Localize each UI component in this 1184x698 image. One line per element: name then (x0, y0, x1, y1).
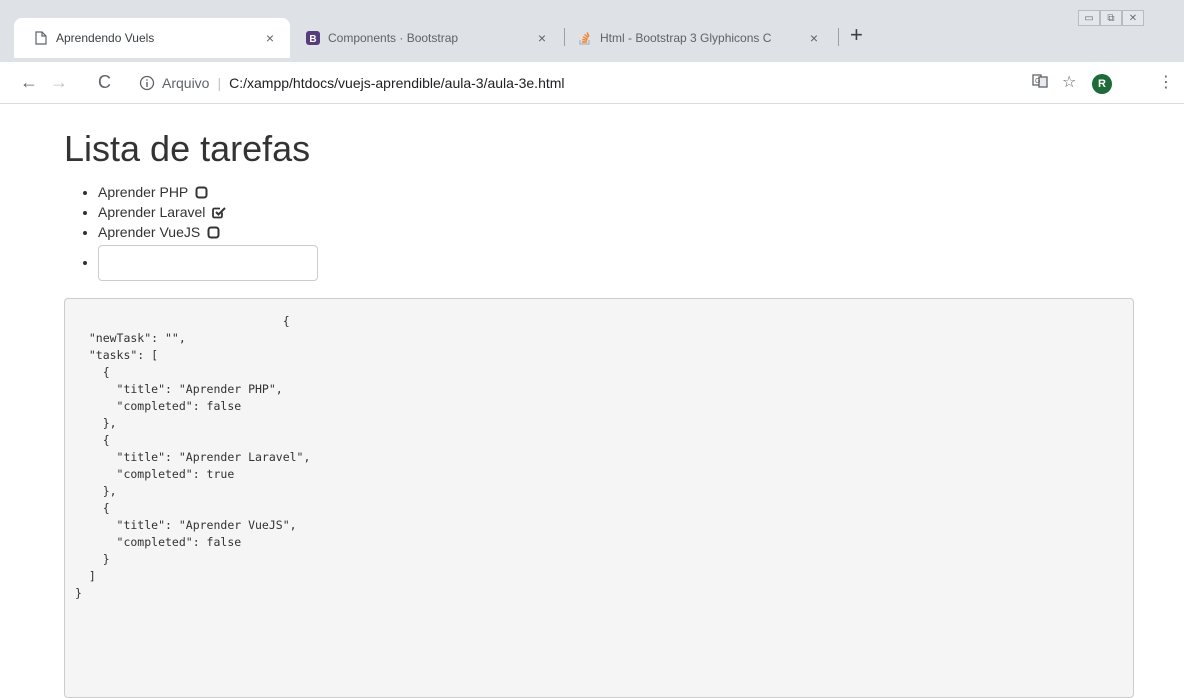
page-title: Lista de tarefas (64, 128, 311, 169)
checked-checkbox-icon[interactable] (212, 204, 227, 224)
task-item: Aprender PHP (98, 182, 318, 202)
tab-aprendendo-vuels[interactable]: Aprendendo Vuels × (14, 18, 290, 58)
unchecked-checkbox-icon[interactable] (195, 184, 208, 204)
info-icon[interactable] (138, 74, 156, 92)
tab-separator (564, 28, 565, 46)
tab-title: Components · Bootstrap (328, 31, 459, 45)
window-controls: ▭ ⧉ ✕ (1078, 10, 1144, 26)
page-icon (34, 31, 48, 45)
task-item: Aprender Laravel (98, 202, 318, 222)
tab-title: Html - Bootstrap 3 Glyphicons C (600, 31, 772, 45)
url-text[interactable]: C:/xampp/htdocs/vuejs-aprendible/aula-3/… (229, 75, 564, 91)
unchecked-checkbox-icon[interactable] (207, 224, 220, 244)
tab-separator (838, 28, 839, 46)
file-scheme-label: Arquivo (162, 75, 210, 91)
svg-text:B: B (309, 34, 316, 45)
tab-html-bootstrap-glyphicons[interactable]: Html - Bootstrap 3 Glyphicons C × (568, 18, 834, 58)
tab-strip: Aprendendo Vuels × B Components · Bootst… (0, 0, 1184, 62)
svg-text:G: G (1035, 78, 1040, 85)
translate-icon[interactable]: G (1032, 73, 1048, 95)
task-item: Aprender VueJS (98, 222, 318, 242)
stackoverflow-icon (578, 31, 592, 45)
close-tab-icon[interactable]: × (262, 30, 278, 46)
close-tab-icon[interactable]: × (534, 30, 550, 46)
task-title: Aprender VueJS (98, 224, 201, 240)
minimize-icon[interactable]: ▭ (1078, 10, 1100, 26)
back-arrow-icon[interactable]: ← (20, 72, 38, 92)
bootstrap-icon: B (306, 31, 320, 45)
reload-icon[interactable]: C (98, 72, 111, 92)
profile-avatar[interactable]: R (1092, 74, 1112, 94)
star-icon[interactable]: ☆ (1062, 73, 1076, 93)
new-task-item (98, 245, 318, 285)
new-tab-button[interactable]: + (850, 24, 863, 46)
menu-icon[interactable]: ⋮ (1158, 73, 1174, 93)
browser-toolbar: ← → C Arquivo | C:/xampp/htdocs/vuejs-ap… (0, 62, 1184, 104)
address-bar[interactable]: Arquivo | C:/xampp/htdocs/vuejs-aprendib… (128, 68, 1008, 98)
tab-components-bootstrap[interactable]: B Components · Bootstrap × (296, 18, 562, 58)
forward-arrow-icon[interactable]: → (50, 72, 68, 92)
tab-title: Aprendendo Vuels (56, 31, 155, 45)
restore-icon[interactable]: ⧉ (1100, 10, 1122, 26)
task-title: Aprender PHP (98, 184, 189, 200)
omnibox-divider: | (217, 75, 222, 91)
close-tab-icon[interactable]: × (806, 30, 822, 46)
close-window-icon[interactable]: ✕ (1122, 10, 1144, 26)
json-debug-output: { "newTask": "", "tasks": [ { "title": "… (64, 298, 1134, 698)
task-list: Aprender PHP Aprender Laravel Aprender V… (80, 182, 318, 285)
new-task-input[interactable] (98, 245, 318, 281)
task-title: Aprender Laravel (98, 204, 206, 220)
